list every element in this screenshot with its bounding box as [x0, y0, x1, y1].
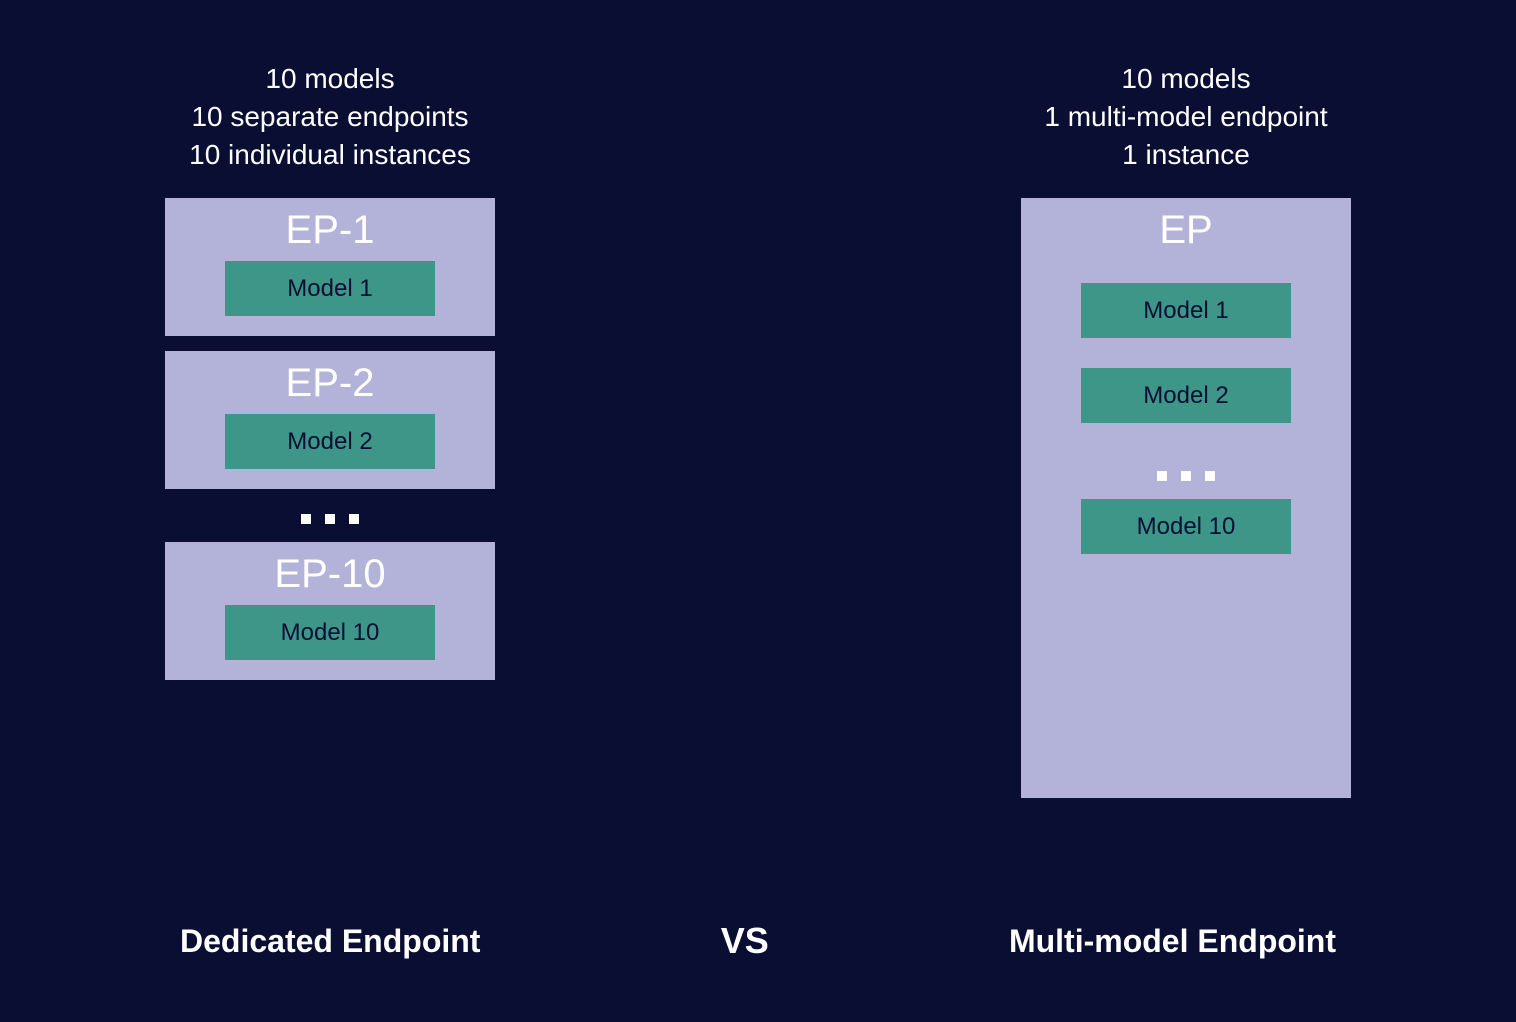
multi-model-endpoint-label: Multi-model Endpoint [1009, 923, 1336, 960]
model-box: Model 2 [225, 414, 435, 469]
model-box: Model 1 [225, 261, 435, 316]
multi-endpoint-box: EP Model 1 Model 2 Model 10 [1021, 198, 1351, 798]
model-box: Model 2 [1081, 368, 1291, 423]
endpoint-title: EP [1159, 208, 1212, 253]
left-header: 10 models10 separate endpoints10 individ… [189, 60, 471, 173]
dedicated-endpoint-label: Dedicated Endpoint [180, 923, 480, 960]
endpoint-box-1: EP-1 Model 1 [165, 198, 495, 336]
ellipsis-icon [1157, 461, 1215, 491]
multi-model-endpoint-column: 10 models1 multi-model endpoint1 instanc… [976, 60, 1396, 798]
dedicated-endpoint-column: 10 models10 separate endpoints10 individ… [120, 60, 540, 695]
diagram-container: 10 models10 separate endpoints10 individ… [0, 0, 1516, 1022]
model-box: Model 1 [1081, 283, 1291, 338]
right-header: 10 models1 multi-model endpoint1 instanc… [1044, 60, 1327, 173]
model-box: Model 10 [225, 605, 435, 660]
vs-label: VS [721, 920, 769, 962]
endpoint-box-2: EP-2 Model 2 [165, 351, 495, 489]
endpoint-title: EP-2 [286, 361, 375, 406]
ellipsis-icon [301, 504, 359, 534]
footer-row: Dedicated Endpoint VS Multi-model Endpoi… [0, 920, 1516, 962]
endpoint-box-10: EP-10 Model 10 [165, 542, 495, 680]
model-box: Model 10 [1081, 499, 1291, 554]
endpoint-title: EP-10 [274, 552, 385, 597]
endpoint-title: EP-1 [286, 208, 375, 253]
